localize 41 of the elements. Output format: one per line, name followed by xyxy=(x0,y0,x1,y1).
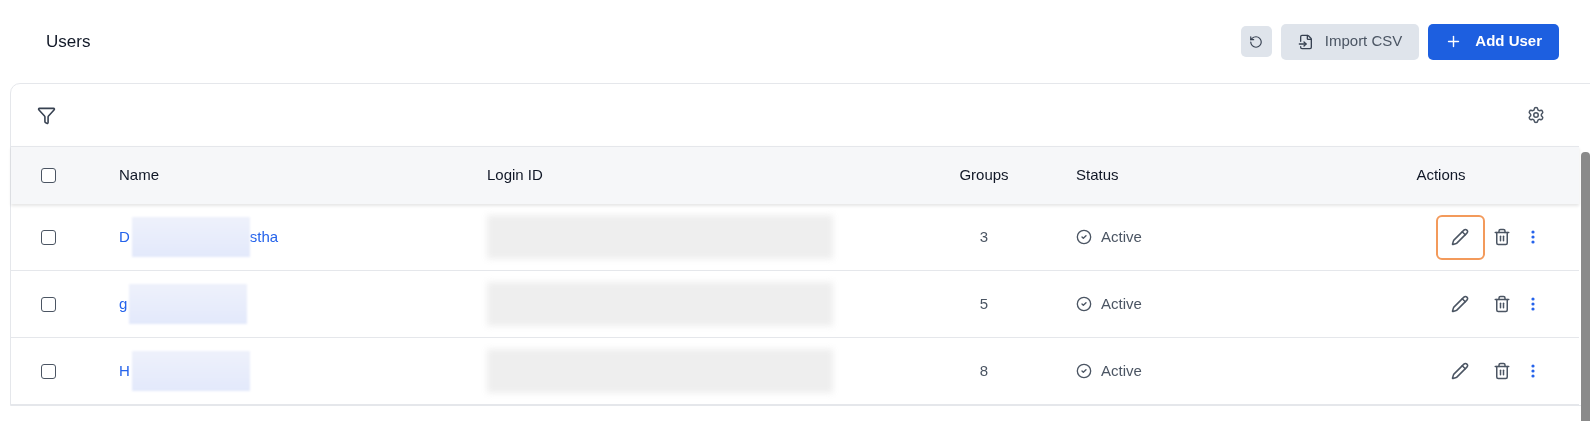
checkbox[interactable] xyxy=(41,229,56,245)
check-circle-icon xyxy=(1076,296,1092,312)
checkbox[interactable] xyxy=(41,363,56,379)
refresh-icon xyxy=(1249,34,1264,49)
check-circle-icon xyxy=(1076,229,1092,245)
more-icon xyxy=(1530,230,1535,244)
filter-icon[interactable] xyxy=(37,105,56,125)
trash-icon xyxy=(1492,295,1511,313)
status-text: Active xyxy=(1101,360,1142,381)
column-header: Actions xyxy=(1416,165,1467,186)
groups-count: 3 xyxy=(979,226,989,247)
column-header: Groups xyxy=(959,165,1009,186)
checkbox[interactable] xyxy=(41,296,56,312)
edit-button[interactable] xyxy=(1435,214,1485,260)
user-name-link[interactable]: stha xyxy=(249,225,279,249)
user-name-link[interactable]: D xyxy=(119,225,132,249)
check-circle-icon xyxy=(1076,363,1092,379)
import-csv-button[interactable]: Import CSV xyxy=(1280,23,1420,60)
checkbox[interactable] xyxy=(41,168,56,183)
groups-count: 5 xyxy=(979,293,989,314)
refresh-button[interactable] xyxy=(1240,26,1272,57)
settings-icon[interactable] xyxy=(1527,106,1545,124)
status-text: Active xyxy=(1101,226,1142,247)
column-header: Status xyxy=(1075,165,1119,186)
column-header: Login ID xyxy=(487,165,543,186)
more-icon xyxy=(1530,364,1535,378)
page-title: Users xyxy=(46,30,91,53)
pencil-icon xyxy=(1451,295,1469,313)
user-name-link[interactable]: g xyxy=(119,292,130,316)
scrollbar[interactable] xyxy=(1581,152,1590,421)
column-header: Name xyxy=(119,165,159,186)
user-name-link[interactable]: H xyxy=(119,359,132,383)
trash-icon xyxy=(1492,362,1511,380)
file-import-icon xyxy=(1297,33,1314,50)
status-text: Active xyxy=(1101,293,1142,314)
add-user-button[interactable]: Add User xyxy=(1428,23,1559,60)
pencil-icon xyxy=(1451,228,1469,246)
trash-icon xyxy=(1492,228,1511,246)
groups-count: 8 xyxy=(979,360,989,381)
more-icon xyxy=(1530,297,1535,311)
pencil-icon xyxy=(1451,362,1469,380)
